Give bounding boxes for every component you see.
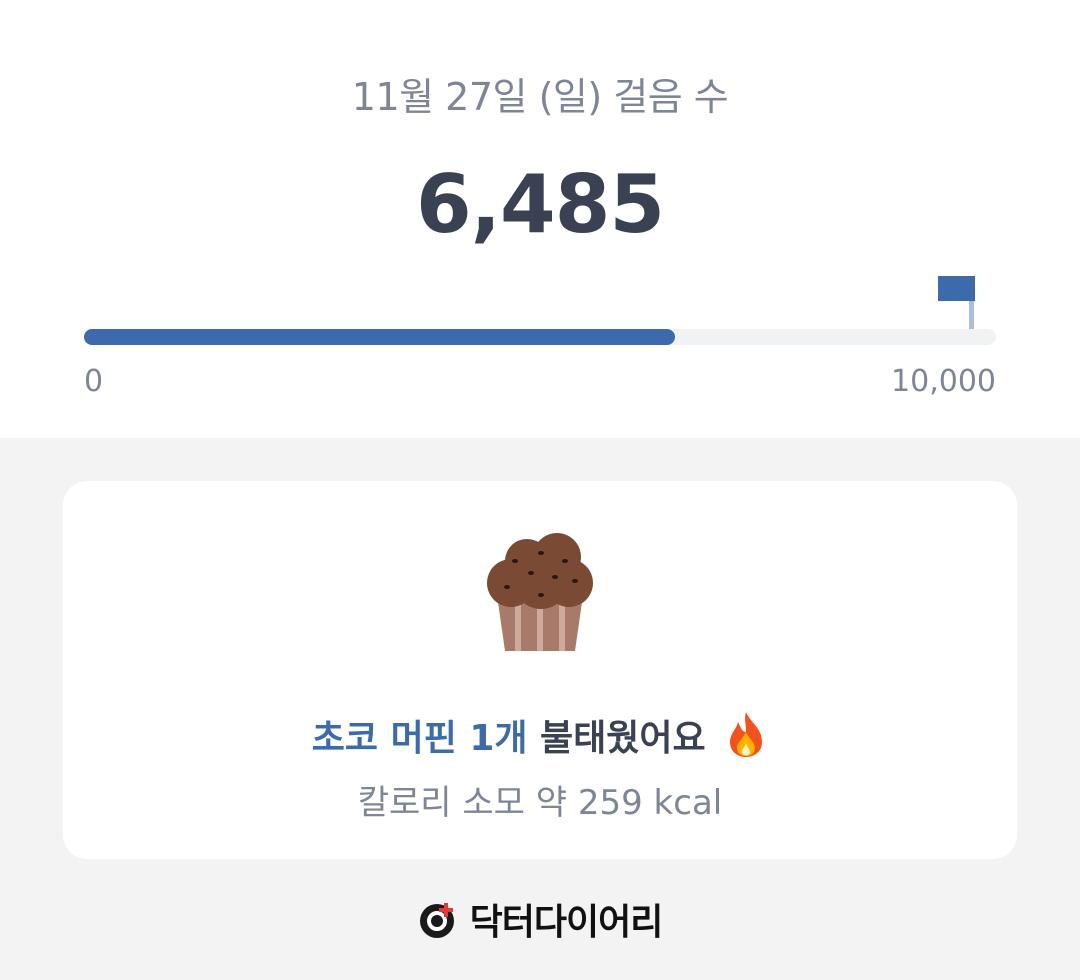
fire-icon <box>730 712 763 757</box>
calorie-burn-message: 초코 머핀 1개 불태웠어요 <box>63 709 1017 761</box>
food-equivalent: 초코 머핀 1개 <box>311 718 528 759</box>
flag-icon <box>938 276 975 301</box>
doctor-diary-logo-icon <box>419 903 454 938</box>
progress-min-label: 0 <box>84 364 104 399</box>
steps-summary-panel: 11월 27일 (일) 걸음 수 6,485 0 10,000 <box>0 0 1080 438</box>
progress-max-label: 10,000 <box>891 364 996 399</box>
date-steps-title: 11월 27일 (일) 걸음 수 <box>351 75 729 119</box>
burn-message-rest: 불태웠어요 <box>527 718 706 759</box>
muffin-icon <box>487 533 593 651</box>
calorie-amount: 칼로리 소모 약 259 kcal <box>357 783 723 823</box>
footer-brand: 닥터다이어리 <box>0 894 1080 944</box>
brand-name: 닥터다이어리 <box>469 902 664 943</box>
step-progress-fill <box>84 329 676 345</box>
step-count: 6,485 <box>415 158 665 251</box>
step-progress-bar <box>84 329 996 345</box>
calorie-card: 초코 머핀 1개 불태웠어요 칼로리 소모 약 259 kcal <box>63 481 1017 859</box>
